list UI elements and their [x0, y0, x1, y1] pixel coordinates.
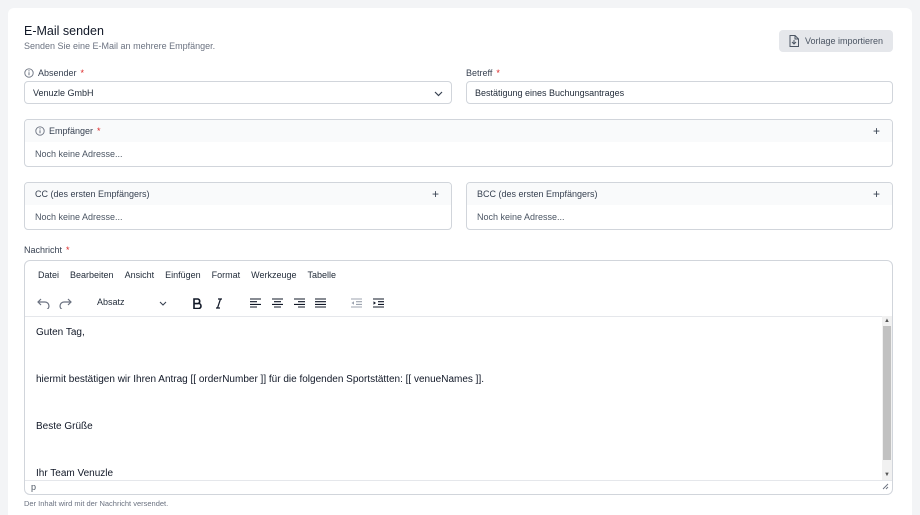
subject-label-row: Betreff *	[466, 68, 500, 78]
info-icon	[35, 126, 45, 136]
scrollbar-thumb[interactable]	[883, 326, 891, 460]
info-icon	[24, 68, 34, 78]
editor-content[interactable]: Guten Tag, hiermit bestätigen wir Ihren …	[25, 316, 882, 481]
import-template-label: Vorlage importieren	[804, 36, 884, 46]
menu-table[interactable]: Tabelle	[307, 270, 336, 280]
message-label: Nachricht	[24, 245, 63, 255]
bold-icon[interactable]	[188, 294, 206, 312]
bcc-box: BCC (des ersten Empfängers) + Noch keine…	[466, 182, 893, 230]
add-cc-button[interactable]: +	[432, 187, 439, 201]
sender-value: Venuzle GmbH	[33, 87, 94, 98]
menu-edit[interactable]: Bearbeiten	[70, 270, 114, 280]
add-recipient-button[interactable]: +	[873, 124, 880, 138]
subject-label: Betreff	[466, 68, 493, 78]
message-line: hiermit bestätigen wir Ihren Antrag [[ o…	[36, 374, 485, 385]
menu-insert[interactable]: Einfügen	[165, 270, 201, 280]
message-label-row: Nachricht *	[24, 245, 70, 255]
bcc-header: BCC (des ersten Empfängers) +	[467, 183, 892, 205]
cc-label: CC (des ersten Empfängers)	[35, 189, 150, 199]
sender-label: Absender	[38, 68, 77, 78]
file-import-icon	[789, 35, 799, 47]
bcc-label: BCC (des ersten Empfängers)	[477, 189, 598, 199]
scroll-up-arrow[interactable]: ▲	[884, 318, 890, 324]
menu-view[interactable]: Ansicht	[125, 270, 155, 280]
outdent-icon[interactable]	[347, 294, 365, 312]
align-center-icon[interactable]	[268, 294, 286, 312]
subject-input[interactable]: Bestätigung eines Buchungsantrages	[466, 81, 893, 104]
align-left-icon[interactable]	[246, 294, 264, 312]
message-line	[36, 350, 871, 374]
redo-icon[interactable]	[56, 294, 74, 312]
bcc-empty: Noch keine Adresse...	[477, 212, 565, 222]
recipients-header: Empfänger * +	[25, 120, 892, 142]
cc-header: CC (des ersten Empfängers) +	[25, 183, 451, 205]
message-line: Ihr Team Venuzle	[36, 468, 114, 479]
required-mark: *	[97, 126, 101, 136]
message-line: Guten Tag,	[36, 327, 85, 338]
cc-empty: Noch keine Adresse...	[35, 212, 123, 222]
sender-label-row: Absender *	[24, 68, 84, 78]
message-hint: Der Inhalt wird mit der Nachricht versen…	[24, 499, 169, 508]
required-mark: *	[80, 68, 85, 78]
menu-tools[interactable]: Werkzeuge	[251, 270, 296, 280]
menu-format[interactable]: Format	[212, 270, 241, 280]
recipients-label: Empfänger	[49, 126, 94, 136]
editor-menubar: Datei Bearbeiten Ansicht Einfügen Format…	[25, 261, 892, 289]
chevron-down-icon	[159, 298, 167, 308]
chevron-down-icon	[434, 89, 443, 99]
block-format-value: Absatz	[97, 297, 125, 307]
indent-icon[interactable]	[369, 294, 387, 312]
required-mark: *	[496, 68, 500, 78]
align-justify-icon[interactable]	[311, 294, 329, 312]
message-line	[36, 444, 871, 468]
subject-value: Bestätigung eines Buchungsantrages	[475, 87, 625, 98]
menu-file[interactable]: Datei	[38, 270, 59, 280]
rich-text-editor: Datei Bearbeiten Ansicht Einfügen Format…	[24, 260, 893, 495]
resize-handle-icon[interactable]	[882, 481, 889, 494]
scroll-down-arrow[interactable]: ▼	[884, 472, 890, 478]
editor-scrollbar[interactable]: ▲ ▼	[882, 316, 892, 481]
recipients-empty: Noch keine Adresse...	[35, 149, 123, 159]
required-mark: *	[66, 245, 70, 255]
element-path[interactable]: p	[31, 482, 36, 492]
page-subtitle: Senden Sie eine E-Mail an mehrere Empfän…	[24, 41, 216, 51]
cc-box: CC (des ersten Empfängers) + Noch keine …	[24, 182, 452, 230]
import-template-button[interactable]: Vorlage importieren	[779, 30, 893, 52]
align-right-icon[interactable]	[290, 294, 308, 312]
message-line: Beste Grüße	[36, 421, 93, 432]
editor-toolbar: Absatz	[25, 289, 892, 317]
italic-icon[interactable]	[210, 294, 228, 312]
sender-select[interactable]: Venuzle GmbH	[24, 81, 452, 104]
recipients-box: Empfänger * + Noch keine Adresse...	[24, 119, 893, 167]
add-bcc-button[interactable]: +	[873, 187, 880, 201]
undo-icon[interactable]	[34, 294, 52, 312]
page-title: E-Mail senden	[24, 24, 104, 38]
block-format-select[interactable]: Absatz	[91, 293, 171, 311]
editor-statusbar: p	[25, 480, 892, 494]
message-line	[36, 397, 871, 421]
